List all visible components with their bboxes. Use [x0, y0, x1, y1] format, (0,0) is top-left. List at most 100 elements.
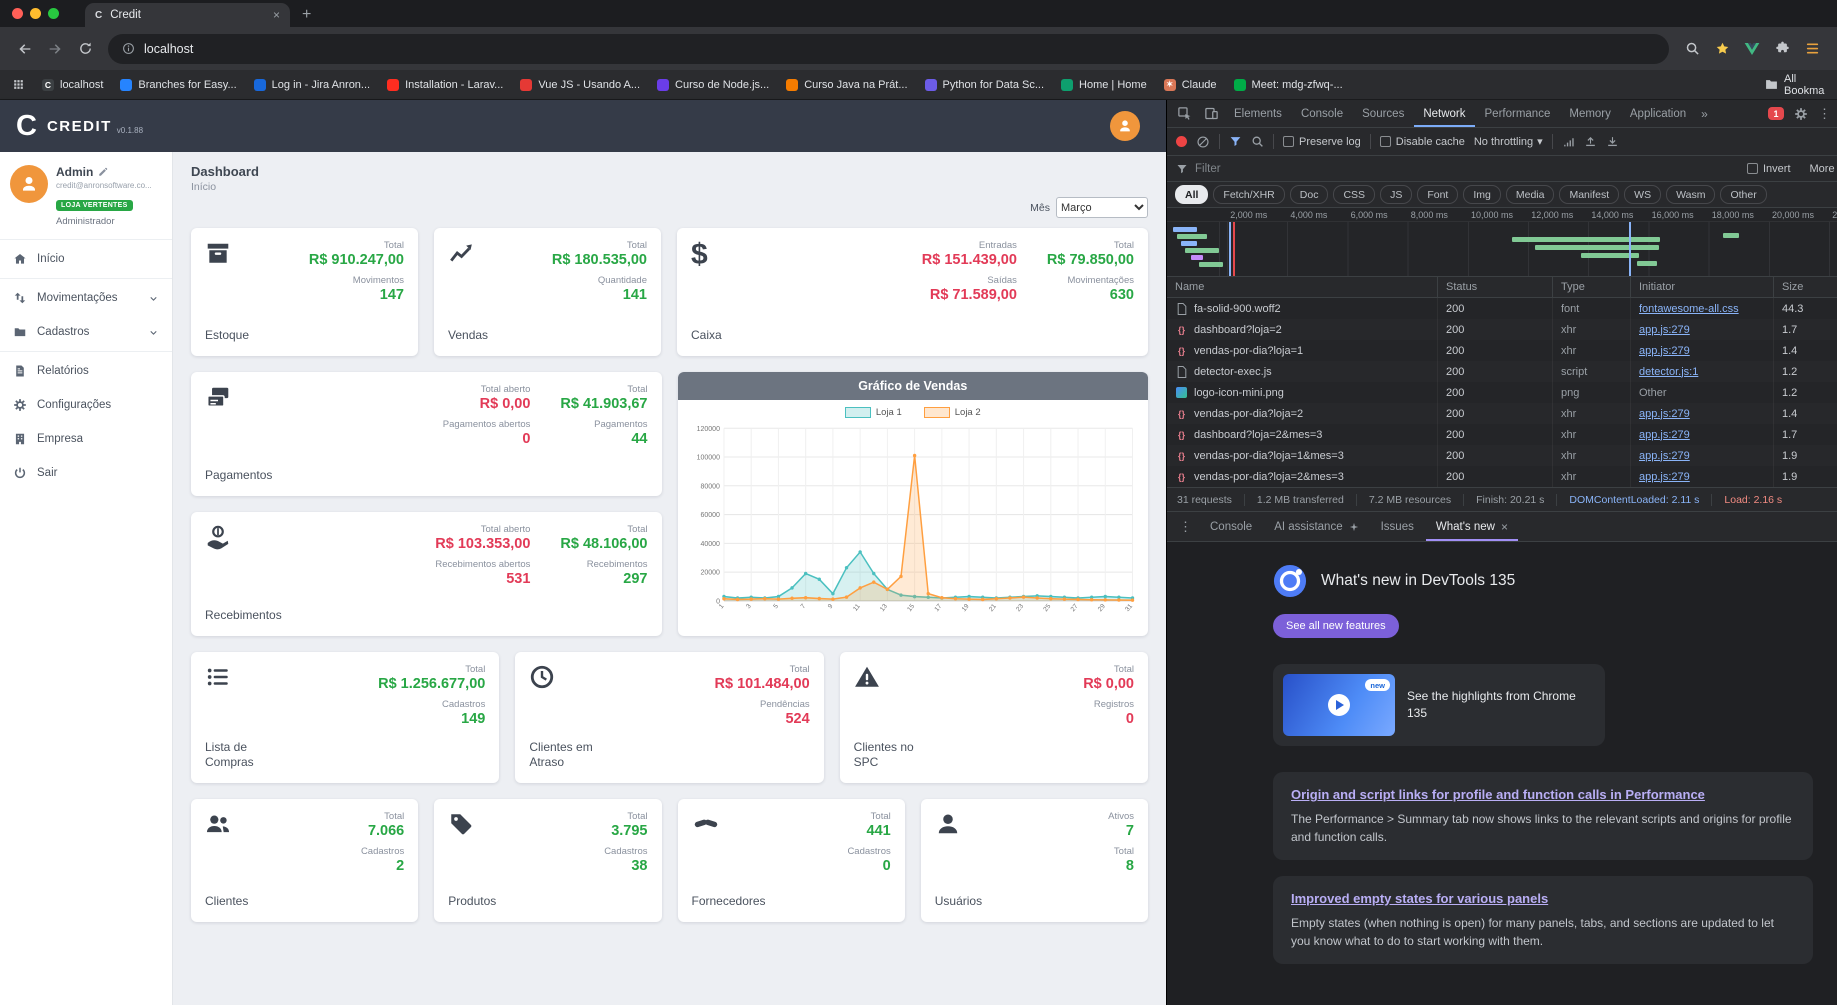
drawer-menu-icon[interactable]: ⋮ — [1173, 519, 1198, 535]
column-header-type[interactable]: Type — [1552, 277, 1630, 297]
chip-img[interactable]: Img — [1463, 185, 1501, 204]
invert-checkbox[interactable]: Invert — [1747, 163, 1791, 175]
initiator-link[interactable]: app.js:279 — [1639, 345, 1690, 357]
chip-other[interactable]: Other — [1720, 185, 1767, 204]
error-count-badge[interactable]: 1 — [1767, 107, 1784, 120]
highlights-video-thumbnail[interactable]: new — [1283, 674, 1395, 736]
chip-manifest[interactable]: Manifest — [1559, 185, 1620, 204]
settings-gear-icon[interactable] — [1791, 102, 1811, 126]
table-row[interactable]: {} vendas-por-dia?loja=2&mes=3 200 xhr ap… — [1167, 466, 1837, 487]
chip-ws[interactable]: WS — [1624, 185, 1662, 204]
header-user-avatar[interactable] — [1110, 111, 1140, 141]
reload-icon[interactable] — [70, 34, 100, 64]
table-row[interactable]: {} vendas-por-dia?loja=1&mes=3 200 xhr ap… — [1167, 445, 1837, 466]
drawer-tab-ai-assistance[interactable]: AI assistance — [1264, 512, 1368, 541]
tab-application[interactable]: Application — [1621, 100, 1695, 127]
disable-cache-checkbox[interactable]: Disable cache — [1379, 136, 1465, 148]
browser-tab-credit[interactable]: C Credit × — [85, 3, 290, 27]
chip-wasm[interactable]: Wasm — [1666, 185, 1716, 204]
month-select[interactable]: Março — [1056, 197, 1148, 218]
search-icon[interactable] — [1251, 135, 1264, 148]
close-window-button[interactable] — [12, 8, 23, 19]
sidebar-item-cadastros[interactable]: Cadastros — [0, 315, 172, 349]
section-heading-link[interactable]: Improved empty states for various panels — [1291, 891, 1548, 906]
initiator-link[interactable]: app.js:279 — [1639, 450, 1690, 462]
sidebar-item-sair[interactable]: Sair — [0, 456, 172, 490]
sidebar-item-inicio[interactable]: Início — [0, 242, 172, 276]
minimize-window-button[interactable] — [30, 8, 41, 19]
chip-css[interactable]: CSS — [1333, 185, 1376, 204]
column-header-status[interactable]: Status — [1437, 277, 1552, 297]
close-drawer-tab-icon[interactable]: × — [1501, 520, 1508, 534]
initiator-link[interactable]: app.js:279 — [1639, 429, 1690, 441]
drawer-tab-issues[interactable]: Issues — [1371, 512, 1424, 541]
table-row[interactable]: {} vendas-por-dia?loja=2 200 xhr app.js:2… — [1167, 403, 1837, 424]
bookmark-item[interactable]: Branches for Easy... — [120, 78, 237, 91]
clear-icon[interactable] — [1196, 135, 1210, 149]
preserve-log-checkbox[interactable]: Preserve log — [1283, 136, 1361, 148]
zoom-window-button[interactable] — [48, 8, 59, 19]
sidebar-item-empresa[interactable]: Empresa — [0, 422, 172, 456]
zoom-lens-icon[interactable] — [1677, 34, 1707, 64]
table-row[interactable]: detector-exec.js 200 script detector.js:… — [1167, 361, 1837, 382]
legend-item[interactable]: Loja 1 — [844, 407, 902, 418]
chip-fetch-xhr[interactable]: Fetch/XHR — [1213, 185, 1285, 204]
initiator-link[interactable]: app.js:279 — [1639, 324, 1690, 336]
bookmark-item[interactable]: Clocalhost — [42, 78, 103, 91]
close-tab-icon[interactable]: × — [273, 8, 280, 22]
initiator-link[interactable]: app.js:279 — [1639, 471, 1690, 483]
bookmark-item[interactable]: Meet: mdg-zfwq-... — [1233, 78, 1343, 91]
legend-item[interactable]: Loja 2 — [923, 407, 981, 418]
more-filters-dropdown[interactable]: More filters — [1810, 163, 1837, 175]
table-row[interactable]: {} dashboard?loja=2&mes=3 200 xhr app.js:… — [1167, 424, 1837, 445]
see-all-features-button[interactable]: See all new features — [1273, 614, 1399, 638]
bookmark-item[interactable]: ✶ Claude — [1163, 78, 1217, 91]
filter-funnel-icon[interactable] — [1229, 135, 1242, 148]
table-row[interactable]: fa-solid-900.woff2 200 font fontawesome-… — [1167, 298, 1837, 319]
throttling-dropdown[interactable]: No throttling ▾ — [1474, 135, 1543, 149]
export-har-icon[interactable] — [1606, 135, 1619, 148]
edit-pencil-icon[interactable] — [98, 167, 108, 177]
inspect-element-icon[interactable] — [1171, 102, 1197, 126]
timeline-overview[interactable] — [1167, 222, 1837, 276]
browser-menu-icon[interactable] — [1797, 34, 1827, 64]
bookmark-item[interactable]: Vue JS - Usando A... — [520, 78, 640, 91]
devtools-menu-icon[interactable]: ⋮ — [1818, 106, 1831, 122]
tab-elements[interactable]: Elements — [1225, 100, 1291, 127]
extensions-puzzle-icon[interactable] — [1767, 34, 1797, 64]
bookmark-item[interactable]: Curso de Node.js... — [657, 78, 769, 91]
initiator-link[interactable]: fontawesome-all.css — [1639, 303, 1739, 315]
chip-all[interactable]: All — [1175, 185, 1209, 204]
table-row[interactable]: logo-icon-mini.png 200 png Other 1.2 — [1167, 382, 1837, 403]
section-heading-link[interactable]: Origin and script links for profile and … — [1291, 787, 1705, 802]
drawer-tab-console[interactable]: Console — [1200, 512, 1262, 541]
new-tab-button[interactable]: + — [302, 6, 311, 24]
initiator-link[interactable]: detector.js:1 — [1639, 366, 1698, 378]
tab-memory[interactable]: Memory — [1560, 100, 1620, 127]
sidebar-item-configuracoes[interactable]: Configurações — [0, 388, 172, 422]
apps-grid-icon[interactable] — [12, 78, 25, 91]
tab-sources[interactable]: Sources — [1353, 100, 1413, 127]
initiator-link[interactable]: app.js:279 — [1639, 408, 1690, 420]
column-header-name[interactable]: Name — [1167, 277, 1437, 297]
tab-console[interactable]: Console — [1292, 100, 1352, 127]
back-icon[interactable] — [10, 34, 40, 64]
network-conditions-icon[interactable] — [1562, 135, 1575, 148]
filter-input[interactable] — [1195, 162, 1740, 175]
forward-icon[interactable] — [40, 34, 70, 64]
column-header-size[interactable]: Size — [1773, 277, 1837, 297]
more-tabs-icon[interactable]: » — [1696, 107, 1713, 121]
tab-network[interactable]: Network — [1414, 100, 1474, 127]
tab-performance[interactable]: Performance — [1476, 100, 1560, 127]
user-avatar[interactable] — [10, 165, 48, 203]
chip-font[interactable]: Font — [1417, 185, 1459, 204]
table-row[interactable]: {} vendas-por-dia?loja=1 200 xhr app.js:2… — [1167, 340, 1837, 361]
record-button[interactable] — [1176, 136, 1187, 147]
vue-devtools-extension-icon[interactable] — [1737, 34, 1767, 64]
bookmark-item[interactable]: Home | Home — [1061, 78, 1147, 91]
bookmark-item[interactable]: Log in - Jira Anron... — [253, 78, 370, 91]
site-info-icon[interactable] — [122, 42, 135, 55]
sidebar-item-relatorios[interactable]: Relatórios — [0, 354, 172, 388]
device-toolbar-icon[interactable] — [1198, 102, 1224, 126]
bookmark-star-icon[interactable] — [1707, 34, 1737, 64]
